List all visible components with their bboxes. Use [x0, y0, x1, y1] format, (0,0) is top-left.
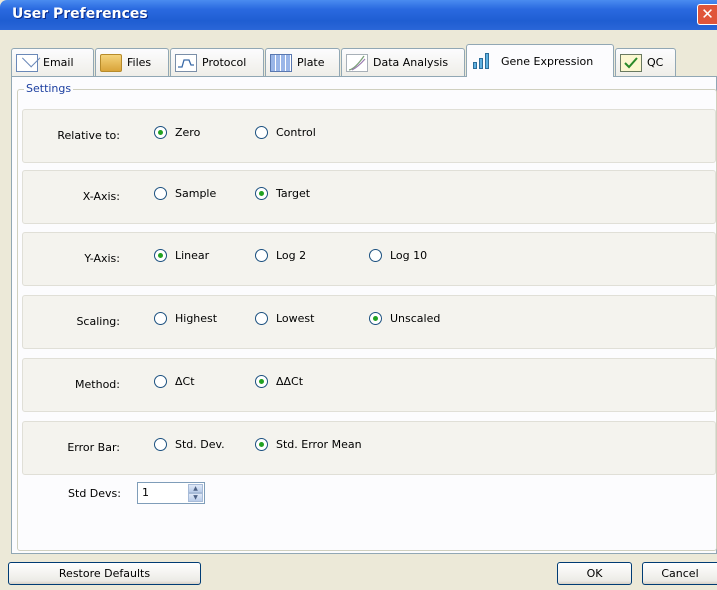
tab-qc[interactable]: QC [615, 48, 676, 76]
option-label: Std. Dev. [175, 438, 225, 451]
y-axis-linear-radio[interactable]: Linear [154, 249, 209, 262]
scaling-row: Scaling: Highest Lowest Unscaled [22, 295, 716, 349]
option-label: Log 2 [276, 249, 307, 262]
std-devs-label: Std Devs: [68, 487, 121, 500]
tab-strip: Email Files Protocol Plate Data Analysis… [11, 44, 717, 77]
error-bar-std-dev-radio[interactable]: Std. Dev. [154, 438, 225, 451]
tab-email-label: Email [43, 56, 74, 69]
radio-selected-icon[interactable] [154, 249, 167, 262]
relative-to-row: Relative to: Zero Control [22, 109, 716, 163]
error-bar-std-error-mean-radio[interactable]: Std. Error Mean [255, 438, 362, 451]
y-axis-label: Y-Axis: [84, 252, 120, 265]
x-axis-label: X-Axis: [82, 190, 120, 203]
stepper-buttons: ▲ ▼ [188, 484, 203, 502]
tab-files[interactable]: Files [95, 48, 169, 76]
option-label: Highest [175, 312, 218, 325]
radio-selected-icon[interactable] [255, 438, 268, 451]
radio-selected-icon[interactable] [255, 187, 268, 200]
radio-unselected-icon[interactable] [154, 312, 167, 325]
option-label: Control [276, 126, 316, 139]
x-axis-row: X-Axis: Sample Target [22, 170, 716, 224]
stepper-up-icon[interactable]: ▲ [188, 484, 203, 493]
option-label: ΔCt [175, 375, 195, 388]
option-label: Log 10 [390, 249, 428, 262]
radio-selected-icon[interactable] [255, 375, 268, 388]
folder-icon [100, 53, 122, 72]
y-axis-log10-radio[interactable]: Log 10 [369, 249, 427, 262]
option-label: Lowest [276, 312, 315, 325]
bar-chart-icon [471, 52, 493, 70]
close-button[interactable]: ✕ [697, 4, 717, 25]
scaling-label: Scaling: [76, 315, 120, 328]
method-label: Method: [75, 378, 120, 391]
method-row: Method: ΔCt ΔΔCt [22, 358, 716, 412]
radio-unselected-icon[interactable] [154, 187, 167, 200]
radio-selected-icon[interactable] [369, 312, 382, 325]
radio-unselected-icon[interactable] [369, 249, 382, 262]
option-label: Unscaled [390, 312, 441, 325]
radio-unselected-icon[interactable] [255, 126, 268, 139]
method-ddct-radio[interactable]: ΔΔCt [255, 375, 303, 388]
tab-protocol-label: Protocol [202, 56, 247, 69]
tab-data-analysis-label: Data Analysis [373, 56, 449, 69]
gene-expression-panel: Settings Relative to: Zero Control X-Axi… [11, 76, 717, 554]
settings-legend: Settings [24, 82, 74, 95]
radio-selected-icon[interactable] [154, 126, 167, 139]
scaling-highest-radio[interactable]: Highest [154, 312, 217, 325]
data-analysis-icon [346, 53, 368, 72]
envelope-icon [16, 53, 38, 72]
radio-unselected-icon[interactable] [154, 438, 167, 451]
y-axis-log2-radio[interactable]: Log 2 [255, 249, 306, 262]
method-dct-radio[interactable]: ΔCt [154, 375, 195, 388]
relative-to-zero-radio[interactable]: Zero [154, 126, 200, 139]
relative-to-label: Relative to: [57, 129, 120, 142]
std-devs-row: Std Devs: 1 ▲ ▼ [22, 476, 716, 516]
error-bar-row: Error Bar: Std. Dev. Std. Error Mean [22, 421, 716, 475]
plate-icon [270, 53, 292, 72]
x-axis-target-radio[interactable]: Target [255, 187, 310, 200]
tab-email[interactable]: Email [11, 48, 94, 76]
option-label: Std. Error Mean [276, 438, 362, 451]
settings-group: Settings Relative to: Zero Control X-Axi… [17, 82, 717, 551]
radio-unselected-icon[interactable] [255, 249, 268, 262]
tab-plate-label: Plate [297, 56, 325, 69]
radio-unselected-icon[interactable] [154, 375, 167, 388]
y-axis-row: Y-Axis: Linear Log 2 Log 10 [22, 232, 716, 286]
error-bar-label: Error Bar: [67, 441, 120, 454]
stepper-down-icon[interactable]: ▼ [188, 493, 203, 502]
tab-files-label: Files [127, 56, 152, 69]
ok-button[interactable]: OK [557, 562, 632, 585]
scaling-unscaled-radio[interactable]: Unscaled [369, 312, 440, 325]
tab-gene-expression-label: Gene Expression [501, 54, 594, 68]
option-label: ΔΔCt [276, 375, 304, 388]
option-label: Target [276, 187, 311, 200]
restore-defaults-button[interactable]: Restore Defaults [8, 562, 201, 585]
protocol-icon [175, 53, 197, 72]
tab-qc-label: QC [647, 56, 664, 69]
tab-plate[interactable]: Plate [265, 48, 340, 76]
std-devs-value[interactable]: 1 [142, 486, 149, 499]
option-label: Sample [175, 187, 217, 200]
tab-gene-expression[interactable]: Gene Expression [466, 44, 614, 77]
tab-protocol[interactable]: Protocol [170, 48, 264, 76]
relative-to-control-radio[interactable]: Control [255, 126, 316, 139]
window-title: User Preferences [12, 6, 148, 22]
scaling-lowest-radio[interactable]: Lowest [255, 312, 314, 325]
tab-data-analysis[interactable]: Data Analysis [341, 48, 465, 76]
std-devs-stepper[interactable]: 1 ▲ ▼ [137, 482, 205, 504]
option-label: Linear [175, 249, 210, 262]
title-bar: User Preferences ✕ [0, 0, 717, 30]
x-axis-sample-radio[interactable]: Sample [154, 187, 216, 200]
radio-unselected-icon[interactable] [255, 312, 268, 325]
option-label: Zero [175, 126, 201, 139]
qc-icon [620, 53, 642, 72]
cancel-button[interactable]: Cancel [642, 562, 717, 585]
